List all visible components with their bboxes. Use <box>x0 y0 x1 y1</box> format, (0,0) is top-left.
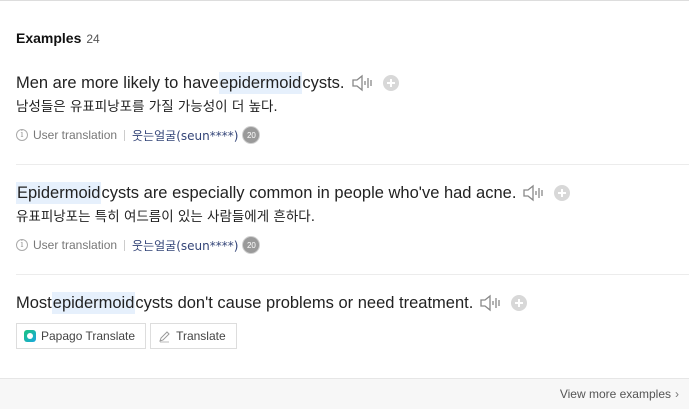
keyword-highlight: epidermoid <box>51 292 136 314</box>
speaker-icon[interactable] <box>479 293 503 313</box>
keyword-highlight: epidermoid <box>218 72 303 94</box>
translator-user-link[interactable]: 웃는얼굴(seun****) <box>132 127 238 144</box>
info-icon[interactable]: i <box>16 239 28 251</box>
speaker-icon[interactable] <box>351 73 375 93</box>
example-divider <box>16 164 689 165</box>
translate-button[interactable]: Translate <box>150 323 237 349</box>
examples-title: Examples <box>16 30 82 46</box>
translate-label: Translate <box>176 329 226 343</box>
info-icon[interactable]: i <box>16 129 28 141</box>
keyword-highlight: Epidermoid <box>16 182 102 204</box>
sentence-text-before: Men are more likely to have <box>16 74 219 92</box>
translation-source: User translation <box>33 128 118 142</box>
add-to-wordbook-plus-icon[interactable] <box>554 185 571 201</box>
sentence-text-before: Most <box>16 294 52 312</box>
view-more-label: View more examples <box>559 387 671 401</box>
translation-meta: i User translation 웃는얼굴(seun****) 20 <box>16 236 689 254</box>
add-to-wordbook-plus-icon[interactable] <box>511 295 528 311</box>
top-border <box>0 0 689 1</box>
translation-meta: i User translation 웃는얼굴(seun****) 20 <box>16 126 689 144</box>
chevron-right-icon: › <box>675 387 679 401</box>
examples-header: Examples 24 <box>16 30 100 46</box>
translate-button-row: Papago Translate Translate <box>16 323 237 349</box>
example-item: Men are more likely to have epidermoid c… <box>16 72 689 144</box>
papago-translate-label: Papago Translate <box>41 329 136 343</box>
pencil-icon <box>159 330 170 342</box>
add-to-wordbook-plus-icon[interactable] <box>382 75 399 91</box>
example-sentence: Most epidermoid cysts don't cause proble… <box>16 292 689 314</box>
examples-footer: View more examples › <box>0 378 689 409</box>
example-sentence: Men are more likely to have epidermoid c… <box>16 72 689 94</box>
papago-translate-button[interactable]: Papago Translate <box>16 323 147 349</box>
meta-separator <box>124 239 126 251</box>
user-level-badge: 20 <box>242 236 261 254</box>
sentence-text-after: cysts don't cause problems or need treat… <box>135 294 474 312</box>
user-level-badge: 20 <box>242 126 261 144</box>
translation-source: User translation <box>33 238 118 252</box>
view-more-examples-link[interactable]: View more examples › <box>560 387 679 401</box>
example-item: Epidermoid cysts are especially common i… <box>16 182 689 254</box>
korean-translation: 유표피낭포는 특히 여드름이 있는 사람들에게 흔하다. <box>16 209 315 225</box>
meta-separator <box>124 129 126 141</box>
translator-user-link[interactable]: 웃는얼굴(seun****) <box>132 237 238 254</box>
examples-count: 24 <box>86 32 100 46</box>
korean-translation: 남성들은 유표피낭포를 가질 가능성이 더 높다. <box>16 99 278 115</box>
speaker-icon[interactable] <box>522 183 546 203</box>
example-sentence: Epidermoid cysts are especially common i… <box>16 182 689 204</box>
sentence-text-after: cysts are especially common in people wh… <box>101 184 517 202</box>
example-divider <box>16 274 689 275</box>
sentence-text-after: cysts. <box>302 74 345 92</box>
example-item: Most epidermoid cysts don't cause proble… <box>16 292 689 314</box>
papago-logo-icon <box>24 330 36 342</box>
